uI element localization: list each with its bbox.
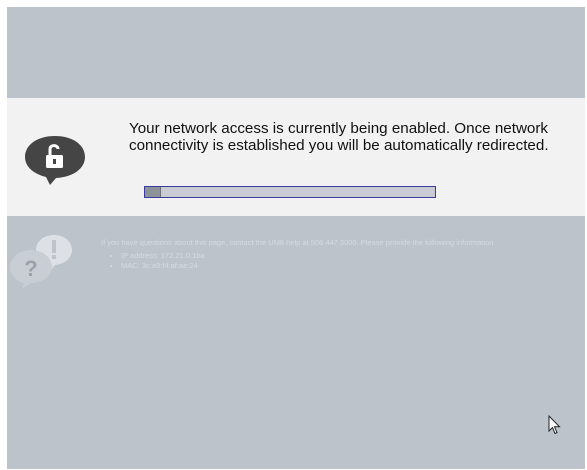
unlocked-padlock-speech-bubble-icon <box>25 136 85 185</box>
network-status-message: Your network access is currently being e… <box>129 120 549 154</box>
connection-progress-bar <box>144 186 436 198</box>
help-info: If you have questions about this page, c… <box>101 238 556 271</box>
mac-address-item: MAC: 3c:a9:f4:af:ae:24 <box>121 261 556 271</box>
captive-portal-screen: Your network access is currently being e… <box>7 7 585 469</box>
svg-text:?: ? <box>24 256 37 281</box>
status-banner: Your network access is currently being e… <box>7 98 585 216</box>
help-intro: If you have questions about this page, c… <box>101 238 494 247</box>
help-details-list: IP address: 172.21.0.1ba MAC: 3c:a9:f4:a… <box>101 251 556 271</box>
progress-fill <box>145 187 161 197</box>
ip-address-item: IP address: 172.21.0.1ba <box>121 251 556 261</box>
mouse-pointer-icon <box>548 415 561 435</box>
question-exclamation-bubbles-icon: ? <box>10 235 72 289</box>
